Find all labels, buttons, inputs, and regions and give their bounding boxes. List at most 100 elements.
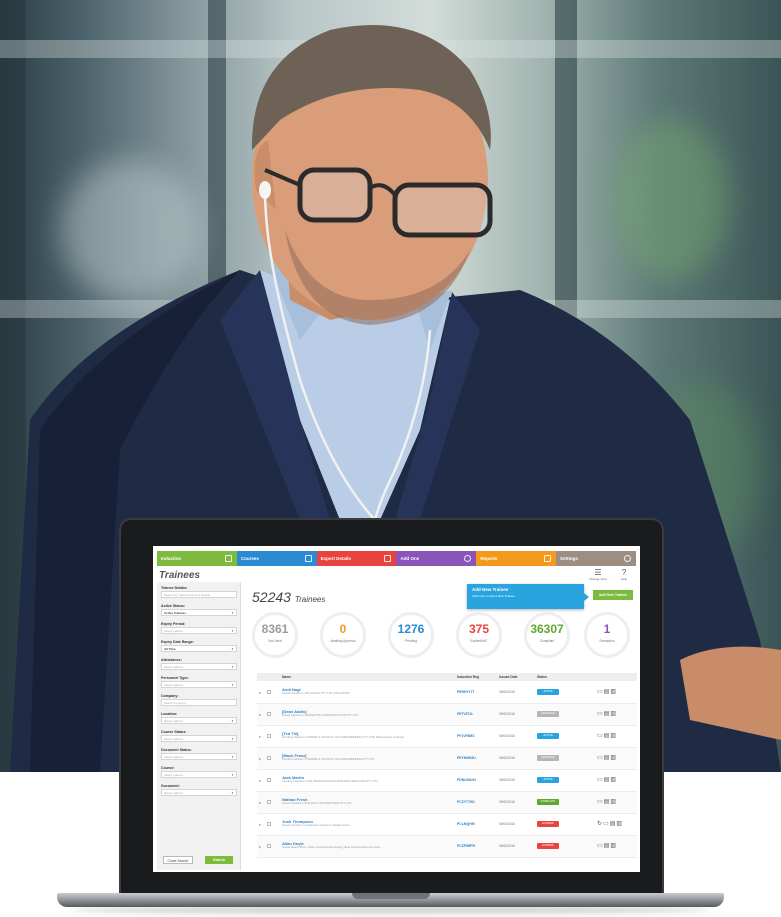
table-row[interactable]: ▸ [Mack Franz] Pending Induction | MARIN… (257, 748, 637, 770)
trash-icon[interactable]: ▥ (610, 777, 617, 783)
stat-exemption[interactable]: 1 Exemption (584, 612, 630, 658)
row-actions[interactable]: ▭▤▥ (597, 754, 617, 761)
nav-item-export[interactable]: Export Details (316, 551, 397, 566)
trainee-table: Name Induction Reg Issued Date Status ▸ … (257, 673, 637, 872)
stat-label: Not Used (268, 639, 282, 643)
card-icon[interactable]: ▭ (597, 733, 604, 739)
row-checkbox[interactable] (267, 756, 271, 760)
trash-icon[interactable]: ▥ (610, 711, 617, 717)
row-checkbox[interactable] (267, 778, 271, 782)
chevron-down-icon: ▼ (231, 628, 234, 633)
stat-not-used[interactable]: 8361 Not Used (252, 612, 298, 658)
expand-icon[interactable]: ▸ (259, 712, 261, 717)
stat-compliant[interactable]: 36307 Compliant (524, 612, 570, 658)
table-row[interactable]: ▸ Josh Thompson Issued Induction | Lands… (257, 814, 637, 836)
document-status-select[interactable]: Select options ▼ (161, 753, 237, 760)
trash-icon[interactable]: ▥ (616, 821, 623, 827)
table-row[interactable]: ▸ [Ted Till] Pending Induction | MARINE … (257, 726, 637, 748)
trash-icon[interactable]: ▥ (610, 689, 617, 695)
expiry-range-select[interactable]: All Time ▼ (161, 645, 237, 652)
trash-icon[interactable]: ▥ (610, 733, 617, 739)
stat-awaiting-approval[interactable]: 0 Awaiting Approval (320, 612, 366, 658)
expand-icon[interactable]: ▸ (259, 690, 261, 695)
row-checkbox[interactable] (267, 712, 271, 716)
trash-icon[interactable]: ▥ (610, 799, 617, 805)
card-icon[interactable]: ▭ (597, 755, 604, 761)
row-actions[interactable]: ↻▭▤▥ (597, 820, 623, 827)
row-actions[interactable]: ▭▤▥ (597, 776, 617, 783)
row-actions[interactable]: ▭▤▥ (597, 732, 617, 739)
search-button[interactable]: Search (205, 856, 233, 864)
card-icon[interactable]: ▭ (597, 799, 604, 805)
row-checkbox[interactable] (267, 734, 271, 738)
row-actions[interactable]: ▭▤▥ (597, 842, 617, 849)
chevron-down-icon: ▼ (231, 772, 234, 777)
row-checkbox[interactable] (267, 844, 271, 848)
expand-icon[interactable]: ▸ (259, 844, 261, 849)
table-row[interactable]: ▸ Andi Nagi Issued Induction | MN GROUP … (257, 682, 637, 704)
help-button[interactable]: ? Help (614, 568, 634, 581)
card-icon[interactable]: ▭ (597, 711, 604, 717)
card-icon[interactable]: ▭ (597, 689, 604, 695)
expand-icon[interactable]: ▸ (259, 734, 261, 739)
stats-row: 8361 Not Used 0 Awaiting Approval 1276 Pend… (252, 612, 636, 660)
induction-ref[interactable]: PCZF5RPR (457, 844, 475, 848)
change-view-button[interactable]: ☰ Change View (588, 568, 608, 581)
induction-ref[interactable]: PCZYT7SD (457, 800, 475, 804)
row-checkbox[interactable] (267, 822, 271, 826)
induction-ref[interactable]: PF1VF8MS (457, 734, 475, 738)
expiry-period-select[interactable]: Select options ▼ (161, 627, 237, 634)
nav-item-induction[interactable]: Induction (157, 551, 237, 566)
stat-label: Compliant (539, 639, 555, 643)
column-header-date[interactable]: Issued Date (499, 675, 518, 679)
select-value: Select options (164, 772, 183, 777)
list-view-icon: ☰ (594, 568, 602, 577)
table-row[interactable]: ▸ [Dean Addis] Issued Induction | MIDDLE… (257, 704, 637, 726)
row-actions[interactable]: ▭▤▥ (597, 688, 617, 695)
column-header-name[interactable]: Name (282, 675, 291, 679)
trash-icon[interactable]: ▥ (610, 843, 617, 849)
row-actions[interactable]: ▭▤▥ (597, 798, 617, 805)
close-search-button[interactable]: Close Search (163, 856, 193, 864)
nav-item-reports[interactable]: Reports (476, 551, 557, 566)
stat-value: 1 (603, 622, 611, 636)
column-header-status[interactable]: Status (537, 675, 547, 679)
card-icon[interactable]: ▭ (597, 777, 604, 783)
trainee-search-input[interactable]: Search by Trainee Name & Details (161, 591, 237, 598)
induction-ref[interactable]: PE7V571L (457, 712, 473, 716)
stat-pending[interactable]: 1276 Pending (388, 612, 434, 658)
nav-item-courses[interactable]: Courses (236, 551, 317, 566)
column-header-ref[interactable]: Induction Reg (457, 675, 479, 679)
add-new-trainee-button[interactable]: Add New Trainee (593, 590, 633, 600)
table-row[interactable]: ▸ Nathan Fresh Issued Induction | BUILDC… (257, 792, 637, 814)
active-status-select[interactable]: Active Trainees ▼ (161, 609, 237, 616)
card-icon[interactable]: ▭ (597, 843, 604, 849)
stat-expired[interactable]: 375 Expired/N/C (456, 612, 502, 658)
expand-icon[interactable]: ▸ (259, 778, 261, 783)
expand-icon[interactable]: ▸ (259, 822, 261, 827)
row-actions[interactable]: ▭▤▥ (597, 710, 617, 717)
trash-icon[interactable]: ▥ (610, 755, 617, 761)
induction-ref[interactable]: PENHY1TT (457, 690, 475, 694)
attendance-select[interactable]: Select options ▼ (161, 663, 237, 670)
expand-icon[interactable]: ▸ (259, 800, 261, 805)
location-select[interactable]: Select options ▼ (161, 717, 237, 724)
induction-ref[interactable]: PCLMQH9I (457, 822, 475, 826)
personnel-type-select[interactable]: Select options ▼ (161, 681, 237, 688)
nav-item-add-one[interactable]: Add One (396, 551, 477, 566)
card-icon[interactable]: ▭ (603, 821, 610, 827)
document-select[interactable]: Select options ▼ (161, 789, 237, 796)
induction-ref[interactable]: PDNUHAH4 (457, 778, 476, 782)
row-checkbox[interactable] (267, 800, 271, 804)
status-badge: EXPIRED (537, 821, 559, 827)
table-row[interactable]: ▸ Allan Doyle Issued Head Office | Intun… (257, 836, 637, 858)
filter-personnel-type: Personnel Type: Select options ▼ (161, 676, 237, 688)
row-checkbox[interactable] (267, 690, 271, 694)
induction-ref[interactable]: PEYMHS6U (457, 756, 476, 760)
company-input[interactable]: Select Company (161, 699, 237, 706)
course-status-select[interactable]: Select options ▼ (161, 735, 237, 742)
table-row[interactable]: ▸ Jack Martin Pending Induction | THE PR… (257, 770, 637, 792)
expand-icon[interactable]: ▸ (259, 756, 261, 761)
nav-item-settings[interactable]: Settings (556, 551, 636, 566)
course-select[interactable]: Select options ▼ (161, 771, 237, 778)
